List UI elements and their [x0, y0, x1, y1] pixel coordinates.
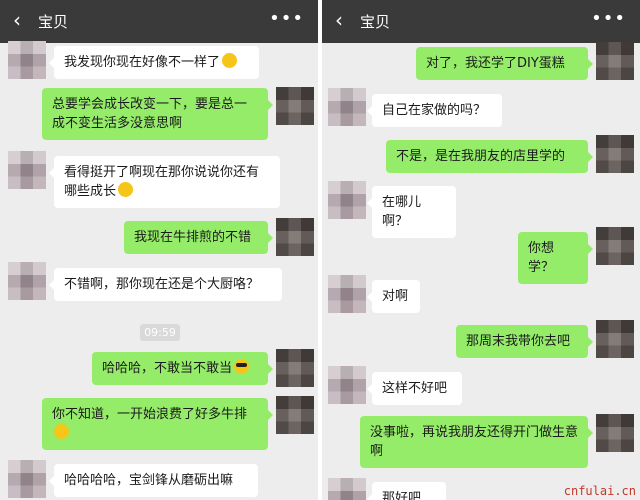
avatar[interactable] [276, 87, 314, 125]
message-bubble[interactable]: 这样不好吧 [367, 372, 462, 405]
back-icon[interactable]: ‹ [335, 9, 343, 31]
timestamp: 09:59 [140, 324, 180, 341]
message-bubble[interactable]: 在哪儿啊？ [367, 186, 456, 238]
message-text: 我现在牛排煎的不错 [134, 230, 252, 245]
message-bubble[interactable]: 没事啦，再说我朋友还得开门做生意啊 [360, 416, 593, 468]
avatar[interactable] [8, 151, 46, 189]
message-text: 你想学？ [528, 241, 555, 275]
message-bubble[interactable]: 对了，我还学了DIY蛋糕 [416, 47, 593, 80]
sweat-emoji-icon [54, 424, 69, 439]
chat-title: 宝贝 [360, 13, 391, 31]
message-bubble[interactable]: 那好吧 [367, 482, 446, 500]
message-bubble[interactable]: 对啊 [367, 280, 420, 313]
message-bubble[interactable]: 你想学？ [518, 232, 593, 284]
message-text: 对了，我还学了DIY蛋糕 [426, 56, 565, 71]
message-bubble[interactable]: 你不知道，一开始浪费了好多牛排 [42, 398, 273, 450]
chat-screen-right: ‹ 宝贝 ••• 对了，我还学了DIY蛋糕 自己在家做的吗？ 不是，是在我朋友的… [322, 0, 640, 500]
avatar[interactable] [596, 227, 634, 265]
message-text: 自己在家做的吗？ [382, 103, 487, 118]
message-bubble[interactable]: 总要学会成长改变一下，要是总一成不变生活多没意思啊 [42, 88, 273, 140]
avatar[interactable] [596, 135, 634, 173]
message-text: 你不知道，一开始浪费了好多牛排 [52, 407, 248, 422]
message-text: 对啊 [382, 289, 409, 304]
message-text: 那周末我带你去吧 [466, 334, 571, 349]
avatar[interactable] [328, 181, 366, 219]
message-bubble[interactable]: 那周末我带你去吧 [456, 325, 593, 358]
message-text: 我发现你现在好像不一样了 [64, 55, 221, 70]
top-bar: ‹ 宝贝 ••• [0, 0, 318, 43]
more-icon[interactable]: ••• [269, 8, 304, 29]
avatar[interactable] [8, 460, 46, 498]
message-bubble[interactable]: 自己在家做的吗？ [367, 94, 502, 127]
message-text: 看得挺开了啊现在那你说说你还有哪些成长 [64, 165, 260, 199]
message-bubble[interactable]: 看得挺开了啊现在那你说说你还有哪些成长 [49, 156, 280, 208]
sunglasses-emoji-icon [234, 359, 250, 374]
chat-title: 宝贝 [38, 13, 69, 31]
message-text: 这样不好吧 [382, 381, 448, 396]
watermark: cnfulai.cn [563, 484, 636, 498]
avatar[interactable] [8, 41, 46, 79]
avatar[interactable] [8, 262, 46, 300]
message-text: 没事啦，再说我朋友还得开门做生意啊 [370, 425, 579, 459]
back-icon[interactable]: ‹ [13, 9, 21, 31]
message-text: 哈哈哈哈，宝剑锋从磨砺出嘛 [64, 473, 234, 488]
chat-screen-left: ‹ 宝贝 ••• 我发现你现在好像不一样了 总要学会成长改变一下，要是总一成不变… [0, 0, 318, 500]
more-icon[interactable]: ••• [591, 8, 626, 29]
avatar[interactable] [328, 275, 366, 313]
top-bar: ‹ 宝贝 ••• [322, 0, 640, 43]
message-text: 不错啊，那你现在还是个大厨咯？ [64, 277, 260, 292]
avatar[interactable] [328, 478, 366, 500]
message-bubble[interactable]: 不是，是在我朋友的店里学的 [386, 140, 593, 173]
thinking-emoji-icon [118, 182, 134, 197]
avatar[interactable] [276, 349, 314, 387]
message-text: 总要学会成长改变一下，要是总一成不变生活多没意思啊 [52, 97, 248, 131]
message-text: 不是，是在我朋友的店里学的 [396, 149, 566, 164]
avatar[interactable] [276, 218, 314, 256]
message-bubble[interactable]: 哈哈哈哈，宝剑锋从磨砺出嘛 [49, 464, 258, 497]
message-bubble[interactable]: 我发现你现在好像不一样了 [49, 46, 259, 79]
message-text: 在哪儿啊？ [382, 195, 422, 229]
avatar[interactable] [276, 396, 314, 434]
message-bubble[interactable]: 不错啊，那你现在还是个大厨咯？ [49, 268, 282, 301]
avatar[interactable] [328, 88, 366, 126]
smile-emoji-icon [222, 53, 238, 68]
message-text: 那好吧 [382, 491, 422, 500]
avatar[interactable] [596, 42, 634, 80]
avatar[interactable] [596, 414, 634, 452]
avatar[interactable] [596, 320, 634, 358]
avatar[interactable] [328, 366, 366, 404]
message-bubble[interactable]: 我现在牛排煎的不错 [124, 221, 273, 254]
message-text: 哈哈哈，不敢当不敢当 [102, 361, 233, 376]
message-bubble[interactable]: 哈哈哈，不敢当不敢当 [92, 352, 273, 385]
